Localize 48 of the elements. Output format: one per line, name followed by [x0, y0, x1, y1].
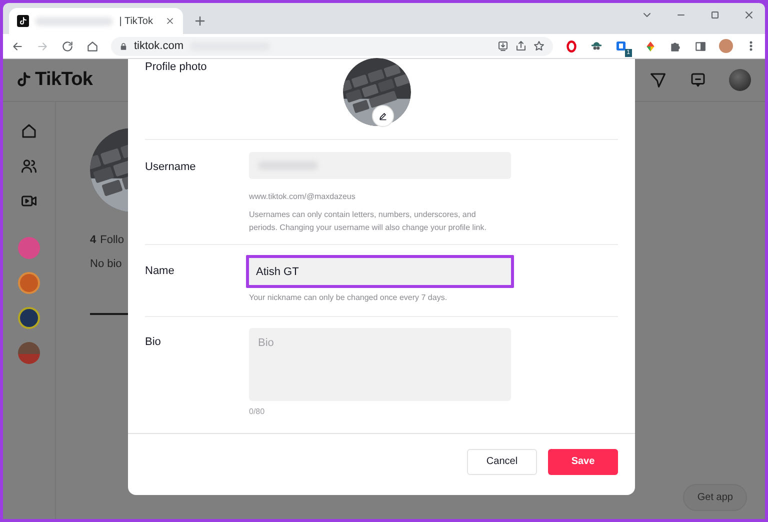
new-tab-plus-icon[interactable]: [193, 14, 207, 28]
message-icon[interactable]: [689, 71, 707, 89]
extension-icon[interactable]: [615, 40, 627, 52]
puzzle-icon[interactable]: [669, 40, 682, 52]
address-bar[interactable]: tiktok.com: [111, 36, 553, 56]
spy-icon[interactable]: [590, 40, 603, 52]
tiktok-favicon-icon: [17, 15, 29, 27]
home-icon[interactable]: [86, 40, 99, 52]
tiktok-note-icon: [15, 71, 33, 89]
following-count: 4: [90, 234, 96, 246]
close-icon[interactable]: [165, 16, 175, 26]
field-label: Username: [145, 160, 197, 175]
url-text: tiktok.com: [134, 40, 184, 52]
lock-icon: [119, 42, 128, 50]
field-label: Profile photo: [145, 60, 208, 75]
profile-url-text: www.tiktok.com/@maxdazeus: [249, 192, 356, 201]
pencil-icon[interactable]: [378, 111, 388, 121]
bio-field[interactable]: Bio: [249, 328, 511, 401]
save-button[interactable]: Save: [548, 448, 618, 474]
user-avatar-icon[interactable]: [729, 69, 751, 91]
browser-tab[interactable]: | TikTok: [9, 8, 183, 34]
people-icon[interactable]: [20, 157, 38, 175]
username-field[interactable]: [249, 152, 511, 179]
home-icon[interactable]: [20, 122, 38, 140]
ring-icon[interactable]: [565, 40, 578, 52]
account-avatar-icon[interactable]: [18, 307, 40, 329]
install-icon[interactable]: [497, 40, 509, 52]
help-text: Usernames can only contain letters, numbers, underscores, and periods. Changing your username will also change your profile link.: [249, 209, 488, 234]
field-label: Bio: [145, 335, 162, 350]
share-icon[interactable]: [515, 40, 527, 52]
close-icon[interactable]: [743, 9, 755, 21]
field-label: Name: [145, 264, 176, 279]
side-panel-icon[interactable]: [694, 40, 707, 52]
tab-title: | TikTok: [119, 16, 153, 26]
name-field[interactable]: Atish GT: [246, 255, 514, 288]
profile-avatar-icon[interactable]: [719, 39, 733, 53]
star-icon[interactable]: [533, 40, 545, 52]
character-counter: 0/80: [249, 407, 266, 416]
cancel-button[interactable]: Cancel: [467, 448, 537, 474]
help-text: Your nickname can only be changed once every 7 days.: [249, 292, 448, 304]
maximize-icon[interactable]: [709, 9, 721, 21]
reload-icon[interactable]: [61, 40, 74, 52]
send-icon[interactable]: [649, 71, 667, 89]
colorful-leaf-icon[interactable]: [644, 40, 657, 52]
bio-text: No bio: [90, 258, 123, 270]
following-label: Follo: [100, 234, 124, 246]
back-arrow-icon[interactable]: [11, 40, 24, 52]
tiktok-logo-text[interactable]: TikTok: [35, 69, 93, 91]
